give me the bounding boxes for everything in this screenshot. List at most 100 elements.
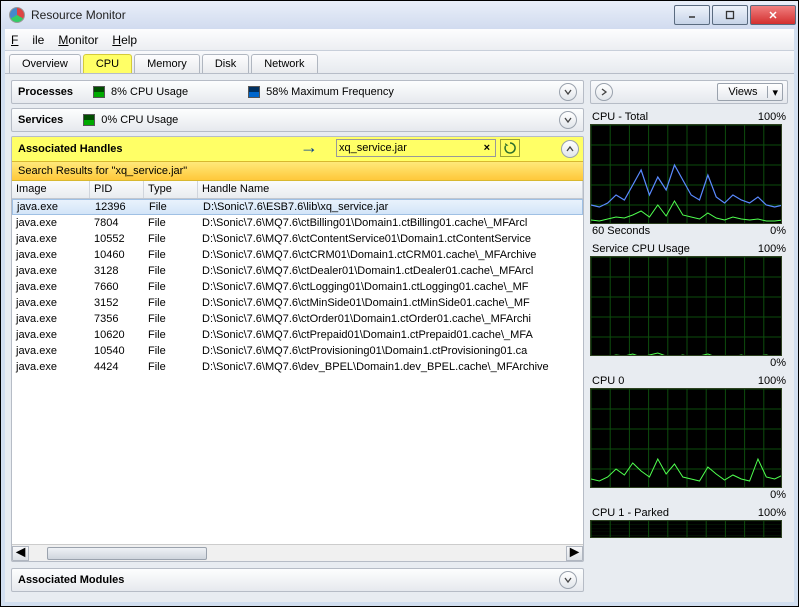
minimize-button[interactable] — [674, 5, 710, 25]
table-row[interactable]: java.exe12396FileD:\Sonic\7.6\ESB7.6\lib… — [12, 199, 583, 215]
handles-title: Associated Handles — [18, 143, 123, 155]
services-collapse-button[interactable] — [559, 111, 577, 129]
cell-handle: D:\Sonic\7.6\MQ7.6\ctMinSide01\Domain1.c… — [198, 297, 583, 309]
table-row[interactable]: java.exe10540FileD:\Sonic\7.6\MQ7.6\ctPr… — [12, 343, 583, 359]
scroll-thumb[interactable] — [47, 547, 207, 560]
cell-handle: D:\Sonic\7.6\MQ7.6\dev_BPEL\Domain1.dev_… — [198, 361, 583, 373]
processes-title: Processes — [18, 86, 73, 98]
cell-pid: 7804 — [90, 217, 144, 229]
col-handle[interactable]: Handle Name — [198, 181, 583, 198]
right-pane-collapse-button[interactable] — [595, 83, 613, 101]
app-icon — [9, 7, 25, 23]
search-clear-icon[interactable]: × — [481, 142, 493, 154]
search-refresh-button[interactable] — [500, 139, 520, 157]
chart-max: 100% — [758, 243, 786, 255]
cell-pid: 10460 — [90, 249, 144, 261]
tab-network[interactable]: Network — [251, 54, 317, 73]
handles-collapse-button[interactable] — [561, 140, 579, 158]
scroll-left-button[interactable]: ◄ — [12, 546, 29, 561]
window-title: Resource Monitor — [31, 8, 672, 22]
cell-handle: D:\Sonic\7.6\MQ7.6\ctContentService01\Do… — [198, 233, 583, 245]
cell-pid: 10540 — [90, 345, 144, 357]
processes-collapse-button[interactable] — [559, 83, 577, 101]
cell-image: java.exe — [12, 361, 90, 373]
chart-max: 100% — [758, 111, 786, 123]
table-row[interactable]: java.exe3152FileD:\Sonic\7.6\MQ7.6\ctMin… — [12, 295, 583, 311]
cell-type: File — [144, 313, 198, 325]
cpu-usage-icon — [93, 86, 105, 98]
cell-type: File — [144, 233, 198, 245]
cell-image: java.exe — [12, 249, 90, 261]
menu-monitor[interactable]: Monitor — [58, 33, 98, 47]
window-frame: Resource Monitor FFileile Monitor Help O… — [0, 0, 799, 607]
horizontal-scrollbar[interactable]: ◄ ► — [12, 544, 583, 561]
close-button[interactable] — [750, 5, 796, 25]
cell-image: java.exe — [12, 217, 90, 229]
col-type[interactable]: Type — [144, 181, 198, 198]
views-dropdown-button[interactable]: Views ▾ — [717, 83, 783, 101]
cell-image: java.exe — [12, 265, 90, 277]
cell-pid: 4424 — [90, 361, 144, 373]
table-header: Image PID Type Handle Name — [12, 181, 583, 199]
cell-image: java.exe — [13, 201, 91, 213]
tab-disk[interactable]: Disk — [202, 54, 249, 73]
table-row[interactable]: java.exe10552FileD:\Sonic\7.6\MQ7.6\ctCo… — [12, 231, 583, 247]
services-panel-header[interactable]: Services 0% CPU Usage — [11, 108, 584, 132]
cell-pid: 7356 — [90, 313, 144, 325]
cell-type: File — [144, 361, 198, 373]
table-row[interactable]: java.exe3128FileD:\Sonic\7.6\MQ7.6\ctDea… — [12, 263, 583, 279]
cell-type: File — [144, 217, 198, 229]
col-image[interactable]: Image — [12, 181, 90, 198]
cpu-usage-label: 8% CPU Usage — [111, 86, 188, 98]
cell-handle: D:\Sonic\7.6\MQ7.6\ctDealer01\Domain1.ct… — [198, 265, 583, 277]
search-value: xq_service.jar — [339, 142, 481, 154]
chart-min: 0% — [770, 357, 786, 369]
cell-type: File — [144, 345, 198, 357]
handles-panel: Associated Handles → xq_service.jar × Se… — [11, 136, 584, 562]
cell-image: java.exe — [12, 297, 90, 309]
handles-search-input[interactable]: xq_service.jar × — [336, 139, 496, 157]
tab-overview[interactable]: Overview — [9, 54, 81, 73]
maximize-button[interactable] — [712, 5, 748, 25]
tab-cpu[interactable]: CPU — [83, 54, 132, 73]
chart-canvas — [590, 388, 782, 488]
menu-help[interactable]: Help — [112, 33, 137, 47]
cell-image: java.exe — [12, 281, 90, 293]
cell-image: java.exe — [12, 313, 90, 325]
table-row[interactable]: java.exe4424FileD:\Sonic\7.6\MQ7.6\dev_B… — [12, 359, 583, 375]
chart-min: 0% — [770, 225, 786, 237]
modules-collapse-button[interactable] — [559, 571, 577, 589]
col-pid[interactable]: PID — [90, 181, 144, 198]
annotation-arrow-icon: → — [300, 137, 318, 158]
table-body: java.exe12396FileD:\Sonic\7.6\ESB7.6\lib… — [12, 199, 583, 544]
cell-handle: D:\Sonic\7.6\MQ7.6\ctCRM01\Domain1.ctCRM… — [198, 249, 583, 261]
cell-pid: 3128 — [90, 265, 144, 277]
chart-0: CPU - Total100%60 Seconds0% — [590, 110, 788, 238]
cell-image: java.exe — [12, 233, 90, 245]
cell-type: File — [144, 281, 198, 293]
table-row[interactable]: java.exe10620FileD:\Sonic\7.6\MQ7.6\ctPr… — [12, 327, 583, 343]
titlebar[interactable]: Resource Monitor — [1, 1, 798, 29]
menu-file[interactable]: FFileile — [11, 33, 44, 47]
cell-handle: D:\Sonic\7.6\MQ7.6\ctBilling01\Domain1.c… — [198, 217, 583, 229]
chart-title: CPU 1 - Parked — [592, 507, 669, 519]
tab-memory[interactable]: Memory — [134, 54, 200, 73]
table-row[interactable]: java.exe7356FileD:\Sonic\7.6\MQ7.6\ctOrd… — [12, 311, 583, 327]
chart-canvas — [590, 256, 782, 356]
cell-handle: D:\Sonic\7.6\MQ7.6\ctProvisioning01\Doma… — [198, 345, 583, 357]
chart-title: CPU - Total — [592, 111, 648, 123]
modules-panel-header[interactable]: Associated Modules — [11, 568, 584, 592]
table-row[interactable]: java.exe7660FileD:\Sonic\7.6\MQ7.6\ctLog… — [12, 279, 583, 295]
chevron-down-icon: ▾ — [768, 86, 782, 99]
cell-type: File — [144, 297, 198, 309]
charts-container: CPU - Total100%60 Seconds0%Service CPU U… — [590, 110, 788, 542]
max-freq-label: 58% Maximum Frequency — [266, 86, 394, 98]
handles-panel-header[interactable]: Associated Handles → xq_service.jar × — [12, 137, 583, 161]
chart-max: 100% — [758, 507, 786, 519]
table-row[interactable]: java.exe7804FileD:\Sonic\7.6\MQ7.6\ctBil… — [12, 215, 583, 231]
processes-panel-header[interactable]: Processes 8% CPU Usage 58% Maximum Frequ… — [11, 80, 584, 104]
scroll-right-button[interactable]: ► — [566, 546, 583, 561]
services-cpu-icon — [83, 114, 95, 126]
cell-type: File — [145, 201, 199, 213]
table-row[interactable]: java.exe10460FileD:\Sonic\7.6\MQ7.6\ctCR… — [12, 247, 583, 263]
